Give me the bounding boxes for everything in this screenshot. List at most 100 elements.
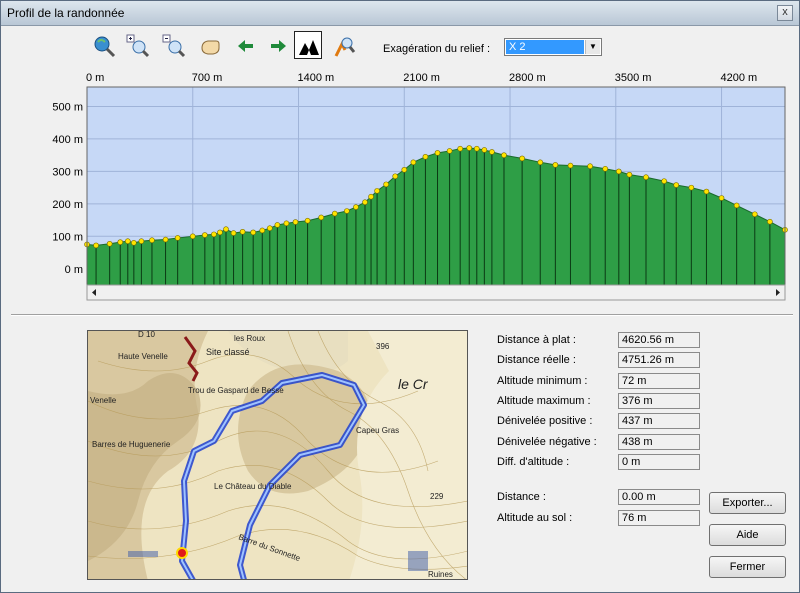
waypoint-marker xyxy=(292,219,299,225)
waypoint-marker xyxy=(131,240,137,246)
waypoint-marker xyxy=(626,171,633,178)
help-button[interactable]: Aide xyxy=(709,524,786,546)
chevron-down-icon[interactable]: ▼ xyxy=(585,40,600,54)
cursor-value: 0.00 m xyxy=(618,489,700,505)
waypoint-marker xyxy=(106,240,113,247)
locate-icon[interactable] xyxy=(89,31,117,59)
waypoint-marker xyxy=(283,220,290,227)
waypoint-marker xyxy=(688,184,695,191)
waypoint-marker xyxy=(643,174,649,181)
waypoint-marker xyxy=(616,168,622,175)
waypoint-marker xyxy=(567,162,574,169)
hiker-search-icon[interactable] xyxy=(329,31,357,59)
waypoint-marker xyxy=(673,182,680,188)
waypoint-marker xyxy=(767,218,773,225)
y-tick-label: 200 m xyxy=(52,199,83,211)
title-bar[interactable]: Profil de la randonnée x xyxy=(1,1,799,26)
waypoint-marker xyxy=(93,242,99,249)
waypoint-marker xyxy=(174,235,181,241)
waypoint-marker xyxy=(401,166,408,173)
stat-value: 438 m xyxy=(618,434,700,450)
map-label: Haute Venelle xyxy=(118,352,168,361)
stat-value: 437 m xyxy=(618,413,700,429)
stat-label: Diff. d'altitude : xyxy=(497,456,570,468)
waypoint-marker xyxy=(537,159,544,166)
x-tick-label: 0 m xyxy=(86,72,104,84)
y-tick-label: 400 m xyxy=(52,134,83,146)
waypoint-marker xyxy=(217,229,223,236)
waypoint-marker xyxy=(124,238,131,244)
waypoint-marker xyxy=(259,227,266,234)
exaggeration-label: Exagération du relief : xyxy=(383,43,491,55)
y-tick-label: 300 m xyxy=(52,166,83,178)
waypoint-marker xyxy=(481,147,488,153)
exaggeration-value: X 2 xyxy=(506,40,584,54)
map-label: Ruines xyxy=(428,570,453,579)
y-tick-label: 100 m xyxy=(52,231,83,243)
waypoint-marker xyxy=(202,232,208,238)
route-map[interactable]: Haute Venelle Site classé les Roux Trou … xyxy=(87,330,468,580)
x-tick-label: 2800 m xyxy=(509,72,546,84)
stat-label: Dénivelée négative : xyxy=(497,436,597,448)
map-label: 396 xyxy=(376,342,390,351)
close-button[interactable]: Fermer xyxy=(709,556,786,578)
cursor-label: Altitude au sol : xyxy=(497,512,573,524)
waypoint-marker xyxy=(422,153,429,160)
waypoint-marker xyxy=(250,229,256,236)
waypoint-marker xyxy=(602,165,609,172)
zoom-out-icon[interactable] xyxy=(159,31,187,59)
waypoint-marker xyxy=(211,231,217,238)
map-label: les Roux xyxy=(234,334,265,343)
stat-value: 376 m xyxy=(618,393,700,409)
x-tick-label: 700 m xyxy=(192,72,223,84)
waypoint-marker xyxy=(410,159,417,166)
stat-value: 4620.56 m xyxy=(618,332,700,348)
x-tick-label: 4200 m xyxy=(721,72,758,84)
arrow-right-icon[interactable] xyxy=(263,31,291,59)
map-label: Site classé xyxy=(206,347,250,357)
stat-value: 72 m xyxy=(618,373,700,389)
waypoint-marker xyxy=(446,148,453,154)
waypoint-marker xyxy=(489,149,495,155)
waypoint-marker xyxy=(331,210,338,217)
map-label: Barres de Huguenerie xyxy=(92,440,171,449)
map-label: le Cr xyxy=(398,376,429,392)
waypoint-marker xyxy=(223,226,229,232)
terrain-view-icon[interactable] xyxy=(294,31,322,59)
exaggeration-select[interactable]: X 2 ▼ xyxy=(504,38,602,56)
waypoint-marker xyxy=(661,178,667,184)
window-title: Profil de la randonnée xyxy=(7,6,125,20)
waypoint-marker xyxy=(457,145,463,152)
pan-hand-icon[interactable] xyxy=(195,31,223,59)
waypoint-marker xyxy=(466,145,473,151)
divider xyxy=(11,314,793,316)
waypoint-marker xyxy=(473,145,480,152)
waypoint-marker xyxy=(703,188,710,195)
waypoint-marker xyxy=(392,173,399,180)
waypoint-marker xyxy=(149,237,155,244)
waypoint-marker xyxy=(434,150,441,156)
stat-value: 0 m xyxy=(618,454,700,470)
waypoint-marker xyxy=(189,233,196,240)
close-window-button[interactable]: x xyxy=(777,5,793,21)
stat-label: Distance réelle : xyxy=(497,354,576,366)
waypoint-marker xyxy=(751,211,758,218)
export-button[interactable]: Exporter... xyxy=(709,492,786,514)
stat-label: Dénivelée positive : xyxy=(497,415,593,427)
map-label: Le Château du Diable xyxy=(214,482,292,491)
waypoint-marker xyxy=(383,181,389,188)
map-label: D 10 xyxy=(138,331,155,339)
waypoint-marker xyxy=(274,222,281,228)
map-label: 229 xyxy=(430,492,444,501)
zoom-in-icon[interactable] xyxy=(123,31,151,59)
waypoint-marker xyxy=(374,188,380,194)
waypoint-marker xyxy=(304,217,311,224)
waypoint-marker xyxy=(318,214,324,221)
waypoint-marker xyxy=(239,228,246,235)
y-tick-label: 0 m xyxy=(65,264,83,276)
waypoint-marker xyxy=(362,199,368,206)
horizontal-scrollbar[interactable] xyxy=(86,284,786,301)
stat-label: Altitude maximum : xyxy=(497,395,591,407)
arrow-left-icon[interactable] xyxy=(231,31,259,59)
waypoint-marker xyxy=(519,155,525,162)
